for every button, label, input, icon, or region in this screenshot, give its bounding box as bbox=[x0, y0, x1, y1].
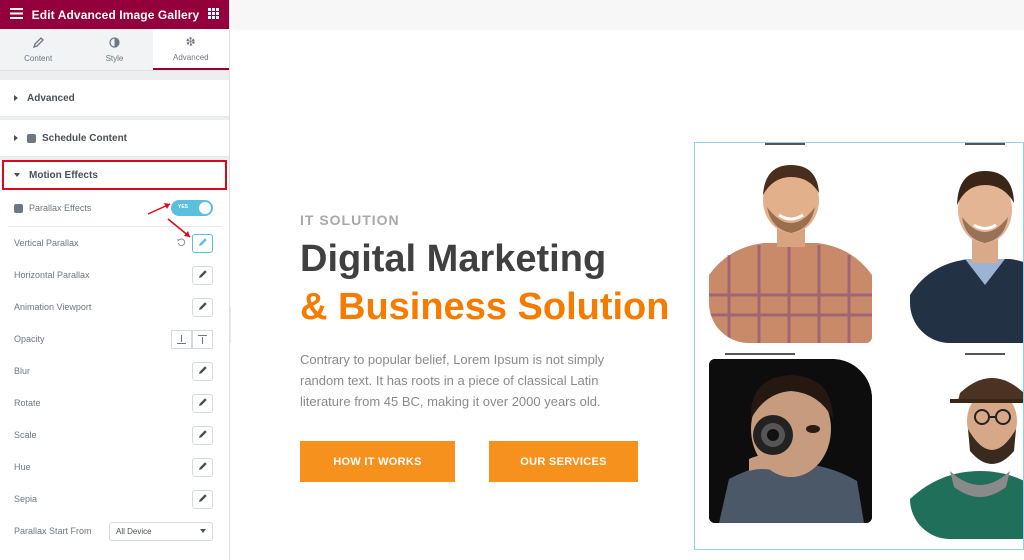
parallax-effects-label: Parallax Effects bbox=[29, 203, 92, 213]
caret-right-icon bbox=[14, 135, 18, 141]
hue-label: Hue bbox=[14, 462, 31, 472]
gallery-image-2[interactable] bbox=[910, 155, 1023, 343]
section-schedule-label: Schedule Content bbox=[42, 132, 128, 144]
addon-badge-icon bbox=[27, 133, 36, 143]
person-photo-icon bbox=[910, 359, 1023, 539]
section-schedule-content[interactable]: Schedule Content bbox=[0, 120, 229, 157]
panel-separator bbox=[0, 71, 229, 80]
section-motion-label: Motion Effects bbox=[29, 169, 98, 181]
parallax-start-from-label: Parallax Start From bbox=[14, 526, 92, 536]
pencil-icon bbox=[32, 36, 44, 50]
decor-line bbox=[965, 353, 1005, 355]
hamburger-menu-icon[interactable] bbox=[10, 6, 23, 24]
animation-viewport-label: Animation Viewport bbox=[14, 302, 92, 312]
horizontal-parallax-edit-button[interactable] bbox=[192, 265, 213, 285]
editor-panel: Edit Advanced Image Gallery Content Styl… bbox=[0, 0, 230, 560]
caret-right-icon bbox=[14, 95, 18, 101]
annotation-arrows bbox=[147, 203, 191, 238]
gear-icon bbox=[185, 36, 196, 49]
control-horizontal-parallax: Horizontal Parallax bbox=[0, 259, 229, 291]
pencil-icon bbox=[198, 301, 208, 313]
tab-style-label: Style bbox=[105, 53, 124, 63]
control-sepia: Sepia bbox=[0, 483, 229, 515]
section-motion-effects[interactable]: Motion Effects bbox=[2, 160, 227, 190]
hue-edit-button[interactable] bbox=[192, 457, 213, 477]
rotate-label: Rotate bbox=[14, 398, 41, 408]
section-kicker: IT SOLUTION bbox=[300, 212, 400, 228]
sepia-edit-button[interactable] bbox=[192, 489, 213, 509]
section-advanced[interactable]: Advanced bbox=[0, 80, 229, 117]
rotate-edit-button[interactable] bbox=[192, 393, 213, 413]
align-bottom-icon[interactable] bbox=[171, 329, 192, 349]
blur-edit-button[interactable] bbox=[192, 361, 213, 381]
pencil-icon bbox=[198, 269, 208, 281]
tab-advanced[interactable]: Advanced bbox=[152, 29, 229, 70]
hero-heading-line1: Digital Marketing bbox=[300, 238, 607, 280]
decor-line bbox=[765, 143, 805, 145]
horizontal-parallax-label: Horizontal Parallax bbox=[14, 270, 90, 280]
addon-badge-icon bbox=[14, 203, 23, 213]
preview-top-bar bbox=[231, 0, 1024, 30]
control-scale: Scale bbox=[0, 419, 229, 451]
caret-down-icon bbox=[14, 173, 20, 177]
opacity-buttons bbox=[171, 329, 213, 349]
tab-content-label: Content bbox=[24, 53, 53, 63]
pencil-icon bbox=[198, 365, 208, 377]
gallery-image-1[interactable] bbox=[709, 155, 872, 343]
tab-style[interactable]: Style bbox=[76, 29, 153, 70]
person-photo-icon bbox=[709, 359, 872, 523]
opacity-label: Opacity bbox=[14, 334, 45, 344]
blur-label: Blur bbox=[14, 366, 31, 376]
person-photo-icon bbox=[709, 155, 872, 343]
vertical-parallax-label: Vertical Parallax bbox=[14, 238, 79, 248]
pencil-icon bbox=[198, 397, 208, 409]
control-hue: Hue bbox=[0, 451, 229, 483]
pencil-icon bbox=[198, 493, 208, 505]
pencil-icon bbox=[198, 461, 208, 473]
tab-content[interactable]: Content bbox=[0, 29, 77, 70]
widgets-grid-icon[interactable] bbox=[208, 6, 219, 24]
align-top-icon[interactable] bbox=[192, 329, 213, 349]
scale-label: Scale bbox=[14, 430, 37, 440]
panel-tabs: Content Style Advanced bbox=[0, 29, 229, 71]
gallery-image-3[interactable] bbox=[709, 359, 872, 523]
decor-line bbox=[725, 353, 795, 355]
parallax-effects-label-wrap: Parallax Effects bbox=[14, 203, 91, 213]
select-value: All Device bbox=[116, 526, 152, 536]
sepia-label: Sepia bbox=[14, 494, 38, 504]
control-parallax-start-from: Parallax Start From All Device bbox=[0, 515, 229, 547]
how-it-works-button[interactable]: HOW IT WORKS bbox=[300, 441, 455, 482]
gallery-image-4[interactable] bbox=[910, 359, 1023, 539]
editor-topbar: Edit Advanced Image Gallery bbox=[0, 0, 229, 29]
pencil-icon bbox=[198, 429, 208, 441]
person-photo-icon bbox=[910, 155, 1023, 343]
panel-title: Edit Advanced Image Gallery bbox=[31, 7, 200, 22]
chevron-down-icon bbox=[200, 529, 206, 533]
animation-viewport-edit-button[interactable] bbox=[192, 297, 213, 317]
parallax-start-from-select[interactable]: All Device bbox=[109, 521, 213, 541]
tab-advanced-label: Advanced bbox=[173, 52, 209, 62]
decor-line bbox=[965, 143, 1005, 145]
hero-paragraph: Contrary to popular belief, Lorem Ipsum … bbox=[300, 352, 605, 409]
control-rotate: Rotate bbox=[0, 387, 229, 419]
contrast-icon bbox=[109, 36, 120, 50]
hero-heading-line2: & Business Solution bbox=[300, 286, 670, 328]
control-opacity: Opacity bbox=[0, 323, 229, 355]
control-blur: Blur bbox=[0, 355, 229, 387]
our-services-button[interactable]: OUR SERVICES bbox=[489, 441, 638, 482]
control-animation-viewport: Animation Viewport bbox=[0, 291, 229, 323]
image-gallery bbox=[694, 142, 1024, 550]
page-preview: IT SOLUTION Digital Marketing & Business… bbox=[231, 0, 1024, 560]
section-advanced-label: Advanced bbox=[27, 92, 75, 104]
scale-edit-button[interactable] bbox=[192, 425, 213, 445]
